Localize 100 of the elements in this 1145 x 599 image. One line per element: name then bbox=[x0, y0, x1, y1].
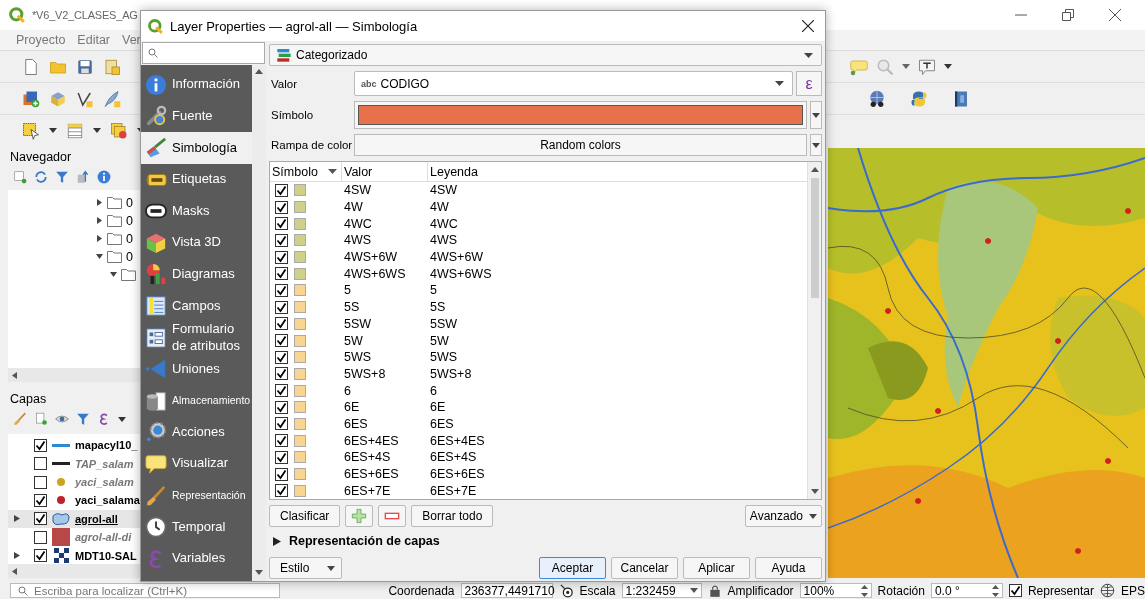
arrow-icon[interactable] bbox=[12, 567, 17, 575]
caret-icon[interactable] bbox=[689, 588, 698, 593]
sidebar-item[interactable]: Vista 3D bbox=[141, 226, 252, 259]
checkbox[interactable] bbox=[275, 317, 288, 331]
caret-icon[interactable] bbox=[118, 416, 126, 422]
checkbox[interactable] bbox=[275, 384, 288, 398]
caret-icon[interactable] bbox=[93, 128, 101, 133]
checkbox[interactable] bbox=[34, 457, 47, 471]
layer-name[interactable]: mapacyl10_ bbox=[75, 439, 138, 452]
menu-item[interactable]: Proyecto bbox=[16, 33, 66, 47]
table-icon[interactable] bbox=[66, 121, 84, 140]
checkbox[interactable] bbox=[275, 350, 288, 364]
caret-icon[interactable] bbox=[812, 112, 820, 118]
checkbox[interactable] bbox=[34, 512, 47, 526]
layer-name[interactable]: agrol-all-di bbox=[75, 531, 132, 544]
dialog-button[interactable]: Cancelar bbox=[611, 557, 678, 579]
scrollbar[interactable] bbox=[8, 564, 140, 578]
checkbox[interactable] bbox=[275, 334, 288, 348]
renderer-dropdown[interactable]: Categorizado bbox=[269, 44, 822, 66]
crs-button[interactable]: EPS bbox=[1121, 583, 1145, 598]
arrow-icon[interactable] bbox=[810, 167, 819, 172]
sidebar-item[interactable]: Etiquetas bbox=[141, 163, 252, 196]
expander-icon[interactable] bbox=[14, 515, 20, 523]
checkbox[interactable] bbox=[275, 417, 288, 431]
dropdown-button[interactable] bbox=[810, 101, 822, 129]
checkbox[interactable] bbox=[275, 434, 288, 448]
checkbox[interactable] bbox=[275, 283, 288, 297]
dropdown-button[interactable] bbox=[810, 134, 822, 156]
spinner-icon[interactable] bbox=[860, 583, 868, 598]
sidebar-item[interactable]: Formulario de atributos bbox=[141, 321, 252, 354]
checkbox[interactable] bbox=[275, 450, 288, 464]
sidebar-item[interactable]: Simbología bbox=[141, 132, 252, 164]
scrollbar[interactable] bbox=[8, 368, 140, 383]
sort-caret-icon[interactable] bbox=[328, 169, 337, 174]
layer-name[interactable]: MDT10-SAL bbox=[75, 549, 137, 562]
checkbox[interactable] bbox=[1008, 584, 1022, 597]
checkbox[interactable] bbox=[275, 200, 288, 214]
magnifier-field[interactable]: 100% bbox=[799, 583, 872, 598]
expander-icon[interactable] bbox=[96, 217, 103, 225]
rotation-field[interactable]: 0.0 ° bbox=[930, 583, 1003, 598]
dialog-button[interactable]: Ayuda bbox=[755, 557, 822, 579]
menu-item[interactable]: Ver bbox=[122, 33, 141, 47]
menu-item[interactable]: Editar bbox=[77, 33, 110, 47]
layers-plus-icon[interactable] bbox=[22, 89, 40, 108]
text-callout-icon[interactable] bbox=[918, 57, 936, 76]
sidebar-item[interactable]: Acciones bbox=[141, 416, 252, 449]
dialog-button[interactable]: Aceptar bbox=[539, 557, 606, 579]
caret-icon[interactable] bbox=[809, 513, 817, 519]
sidebar-item[interactable]: Campos bbox=[141, 290, 252, 322]
close-icon[interactable] bbox=[802, 20, 814, 32]
expander-icon[interactable] bbox=[14, 552, 20, 560]
select-layer-icon[interactable] bbox=[110, 121, 128, 140]
dialog-button[interactable]: Aplicar bbox=[683, 557, 750, 579]
globe-icon[interactable] bbox=[1100, 583, 1115, 598]
style-button[interactable]: Estilo bbox=[269, 557, 343, 579]
delete-all-button[interactable]: Borrar todo bbox=[411, 505, 494, 527]
expander-icon[interactable] bbox=[273, 536, 281, 546]
checkbox[interactable] bbox=[275, 267, 288, 281]
brush-icon[interactable] bbox=[13, 412, 27, 427]
globe-icon[interactable] bbox=[868, 89, 886, 108]
expression-button[interactable]: ε bbox=[796, 71, 822, 96]
select-icon[interactable] bbox=[22, 121, 40, 140]
sidebar-item[interactable]: Visualizar bbox=[141, 448, 252, 480]
caret-icon[interactable] bbox=[327, 565, 336, 571]
sidebar-item[interactable]: Fuente bbox=[141, 100, 252, 133]
sidebar-item[interactable]: Uniones bbox=[141, 353, 252, 385]
mouse-icon[interactable] bbox=[558, 583, 574, 598]
caret-icon[interactable] bbox=[902, 64, 910, 69]
locator-search-field[interactable]: Escriba para localizar (Ctrl+K) bbox=[10, 583, 280, 598]
spinner-icon[interactable] bbox=[991, 583, 999, 598]
arrow-icon[interactable] bbox=[12, 371, 17, 379]
checkbox[interactable] bbox=[34, 549, 47, 563]
save-icon[interactable] bbox=[76, 57, 94, 76]
info-icon[interactable] bbox=[97, 169, 111, 184]
checkbox[interactable] bbox=[275, 250, 288, 264]
collapse-icon[interactable] bbox=[76, 169, 90, 184]
sidebar-item[interactable]: Masks bbox=[141, 195, 252, 227]
arrow-icon[interactable] bbox=[255, 69, 263, 74]
sidebar-item[interactable]: Información bbox=[141, 69, 252, 101]
checkbox[interactable] bbox=[275, 484, 288, 498]
classify-button[interactable]: Clasificar bbox=[269, 505, 341, 527]
layer-name[interactable]: yaci_salam bbox=[75, 476, 134, 489]
filter-icon[interactable] bbox=[76, 412, 90, 427]
sidebar-item[interactable]: Representación bbox=[141, 479, 252, 512]
value-dropdown[interactable]: abc CODIGO bbox=[354, 71, 793, 96]
feather-icon[interactable] bbox=[103, 89, 121, 108]
sidebar-item[interactable]: Variables bbox=[141, 542, 252, 575]
caret-icon[interactable] bbox=[49, 128, 57, 133]
arrow-icon[interactable] bbox=[255, 570, 263, 575]
checkbox[interactable] bbox=[34, 530, 47, 544]
expander-icon[interactable] bbox=[96, 253, 103, 261]
checkbox[interactable] bbox=[275, 233, 288, 247]
expander-icon[interactable] bbox=[110, 271, 117, 279]
coordinate-field[interactable]: 236377,4491710 bbox=[460, 583, 553, 598]
python-icon[interactable] bbox=[910, 89, 928, 108]
layer-name[interactable]: TAP_salam bbox=[75, 457, 134, 470]
filter-icon[interactable] bbox=[55, 169, 69, 184]
expander-icon[interactable] bbox=[96, 235, 103, 243]
close-icon[interactable] bbox=[1109, 9, 1121, 21]
sidebar-item[interactable]: Diagramas bbox=[141, 258, 252, 291]
